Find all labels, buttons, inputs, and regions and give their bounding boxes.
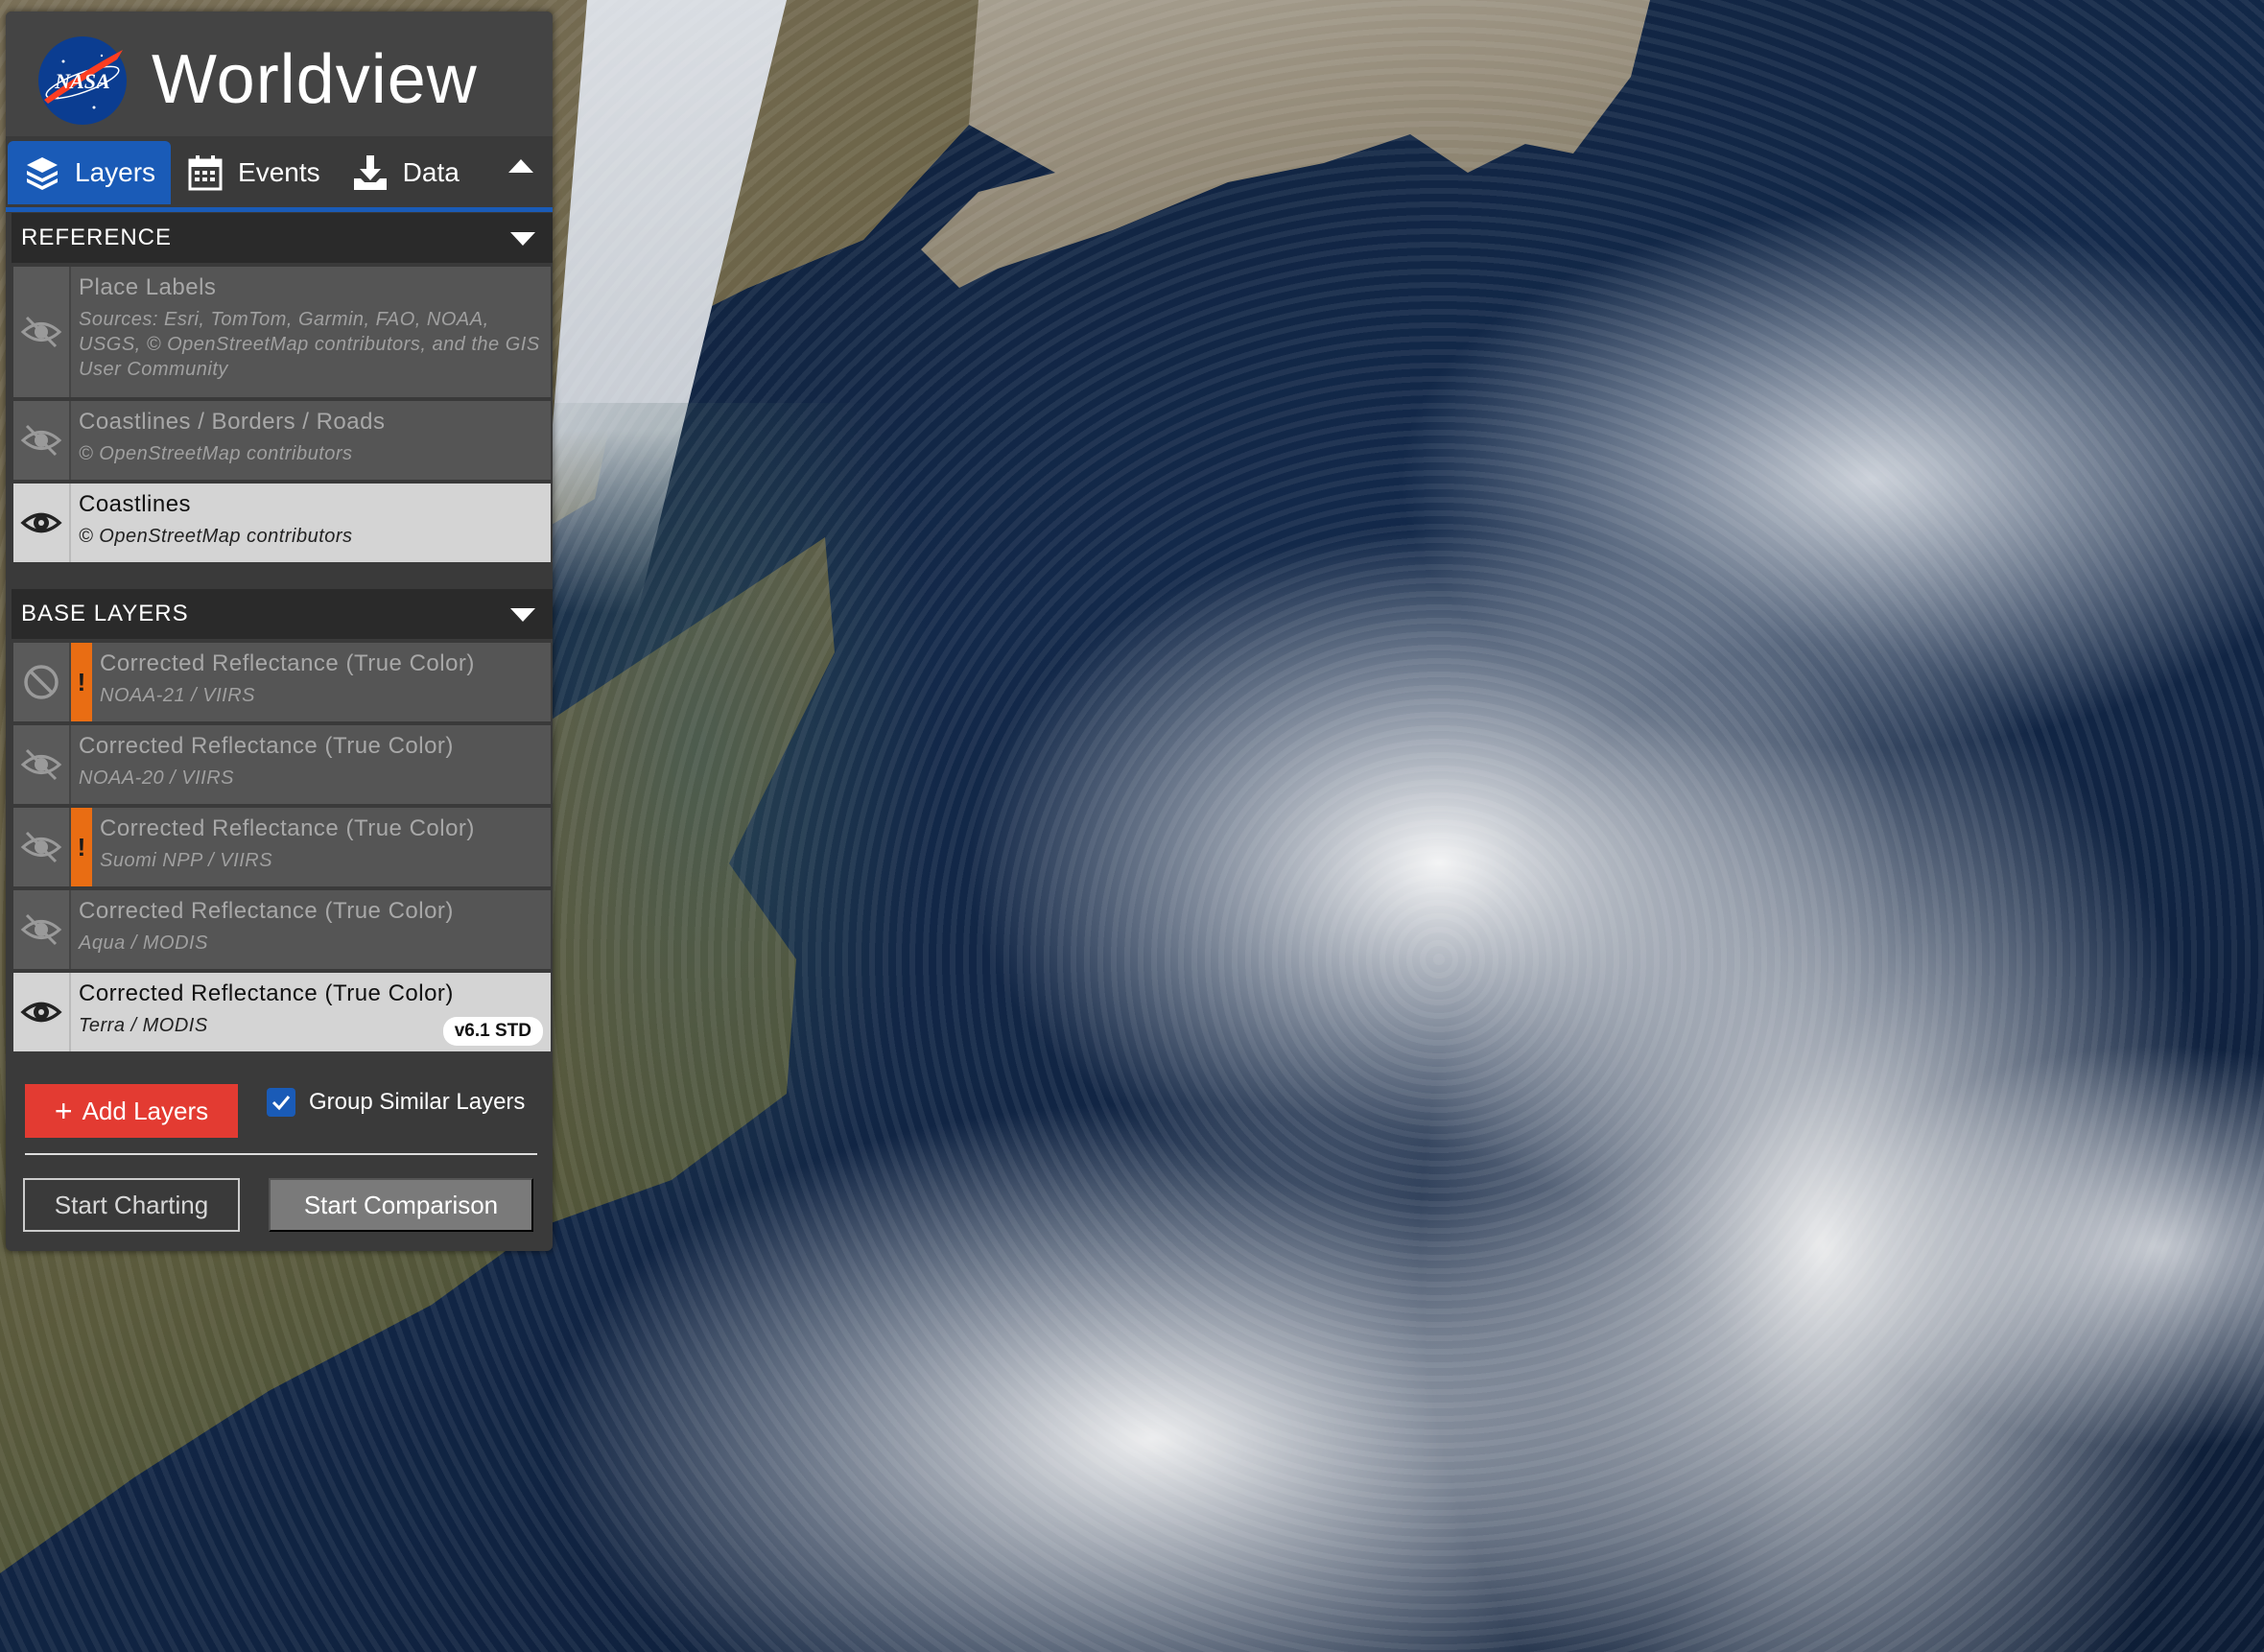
- layer-source: Aqua / MODIS: [79, 932, 208, 954]
- layer-sidebar: NASA Worldview Layers Events Data REFERE…: [6, 12, 553, 1251]
- layer-name: Coastlines: [79, 491, 192, 517]
- visibility-toggle[interactable]: [13, 484, 71, 562]
- tab-label: Events: [238, 157, 320, 187]
- layer-name: Corrected Reflectance (True Color): [79, 733, 454, 759]
- checkbox-checked-icon[interactable]: [267, 1088, 295, 1117]
- eye-slash-icon: [20, 316, 62, 348]
- layer-item[interactable]: Place Labels Sources: Esri, TomTom, Garm…: [12, 265, 553, 399]
- layer-source: NOAA-21 / VIIRS: [100, 685, 255, 706]
- section-title: BASE LAYERS: [21, 601, 189, 626]
- tab-label: Data: [402, 157, 460, 187]
- section-title: REFERENCE: [21, 224, 173, 250]
- layer-source: Sources: Esri, TomTom, Garmin, FAO, NOAA…: [79, 309, 540, 380]
- svg-text:NASA: NASA: [54, 69, 109, 93]
- version-badge[interactable]: v6.1 STD: [442, 1017, 543, 1046]
- sidebar-tabs: Layers Events Data: [6, 138, 553, 212]
- layer-item[interactable]: Corrected Reflectance (True Color) NOAA-…: [12, 723, 553, 806]
- nasa-logo-icon[interactable]: NASA: [35, 33, 130, 129]
- visibility-toggle[interactable]: [13, 808, 71, 886]
- group-similar-layers-checkbox[interactable]: Group Similar Layers: [267, 1088, 525, 1117]
- layer-item[interactable]: Coastlines / Borders / Roads © OpenStree…: [12, 399, 553, 482]
- reference-section-header[interactable]: REFERENCE: [12, 213, 553, 263]
- collapse-chevron-up-icon[interactable]: [507, 155, 535, 175]
- layer-name: Place Labels: [79, 274, 217, 300]
- layer-name: Corrected Reflectance (True Color): [100, 815, 475, 841]
- eye-icon: [20, 1002, 62, 1023]
- checkmark-icon: [271, 1096, 291, 1111]
- visibility-toggle[interactable]: [13, 725, 71, 804]
- tab-layers[interactable]: Layers: [8, 141, 172, 204]
- layer-name: Coastlines / Borders / Roads: [79, 409, 386, 435]
- sidebar-header: NASA Worldview: [6, 12, 553, 136]
- warning-marker[interactable]: !: [71, 808, 92, 886]
- ban-icon: [24, 665, 59, 699]
- layer-source: NOAA-20 / VIIRS: [79, 767, 234, 789]
- visibility-toggle[interactable]: [13, 401, 71, 480]
- caret-down-icon[interactable]: [508, 606, 537, 624]
- eye-slash-icon: [20, 424, 62, 457]
- eye-icon: [20, 512, 62, 533]
- layer-item[interactable]: ! Corrected Reflectance (True Color) NOA…: [12, 641, 553, 723]
- add-layers-label: Add Layers: [82, 1096, 209, 1125]
- tab-events[interactable]: Events: [171, 141, 336, 204]
- layer-item[interactable]: Coastlines © OpenStreetMap contributors: [12, 482, 553, 564]
- caret-down-icon[interactable]: [508, 230, 537, 248]
- calendar-icon: [188, 155, 223, 191]
- app-title: Worldview: [152, 41, 478, 118]
- layer-item[interactable]: ! Corrected Reflectance (True Color) Suo…: [12, 806, 553, 888]
- base-layers-section-header[interactable]: BASE LAYERS: [12, 589, 553, 639]
- eye-slash-icon: [20, 831, 62, 863]
- group-similar-label: Group Similar Layers: [309, 1089, 526, 1115]
- layer-source: © OpenStreetMap contributors: [79, 526, 353, 547]
- start-charting-button[interactable]: Start Charting: [23, 1178, 240, 1232]
- eye-slash-icon: [20, 748, 62, 781]
- layer-item[interactable]: Corrected Reflectance (True Color) Terra…: [12, 971, 553, 1053]
- visibility-toggle[interactable]: [13, 890, 71, 969]
- plus-icon: +: [54, 1093, 73, 1128]
- layers-icon: [27, 157, 58, 190]
- layer-name: Corrected Reflectance (True Color): [79, 980, 454, 1006]
- tab-data[interactable]: Data: [336, 141, 475, 204]
- visibility-toggle[interactable]: [13, 643, 71, 721]
- download-icon: [353, 155, 387, 190]
- tab-label: Layers: [75, 157, 156, 187]
- layer-source: Suomi NPP / VIIRS: [100, 850, 273, 871]
- add-layers-button[interactable]: + Add Layers: [25, 1084, 238, 1138]
- layer-item[interactable]: Corrected Reflectance (True Color) Aqua …: [12, 888, 553, 971]
- visibility-toggle[interactable]: [13, 267, 71, 397]
- layer-name: Corrected Reflectance (True Color): [79, 898, 454, 924]
- warning-marker[interactable]: !: [71, 643, 92, 721]
- eye-slash-icon: [20, 913, 62, 946]
- divider: [25, 1153, 537, 1155]
- layer-name: Corrected Reflectance (True Color): [100, 650, 475, 676]
- start-comparison-button[interactable]: Start Comparison: [269, 1178, 533, 1232]
- layer-source: © OpenStreetMap contributors: [79, 443, 353, 464]
- visibility-toggle[interactable]: [13, 973, 71, 1051]
